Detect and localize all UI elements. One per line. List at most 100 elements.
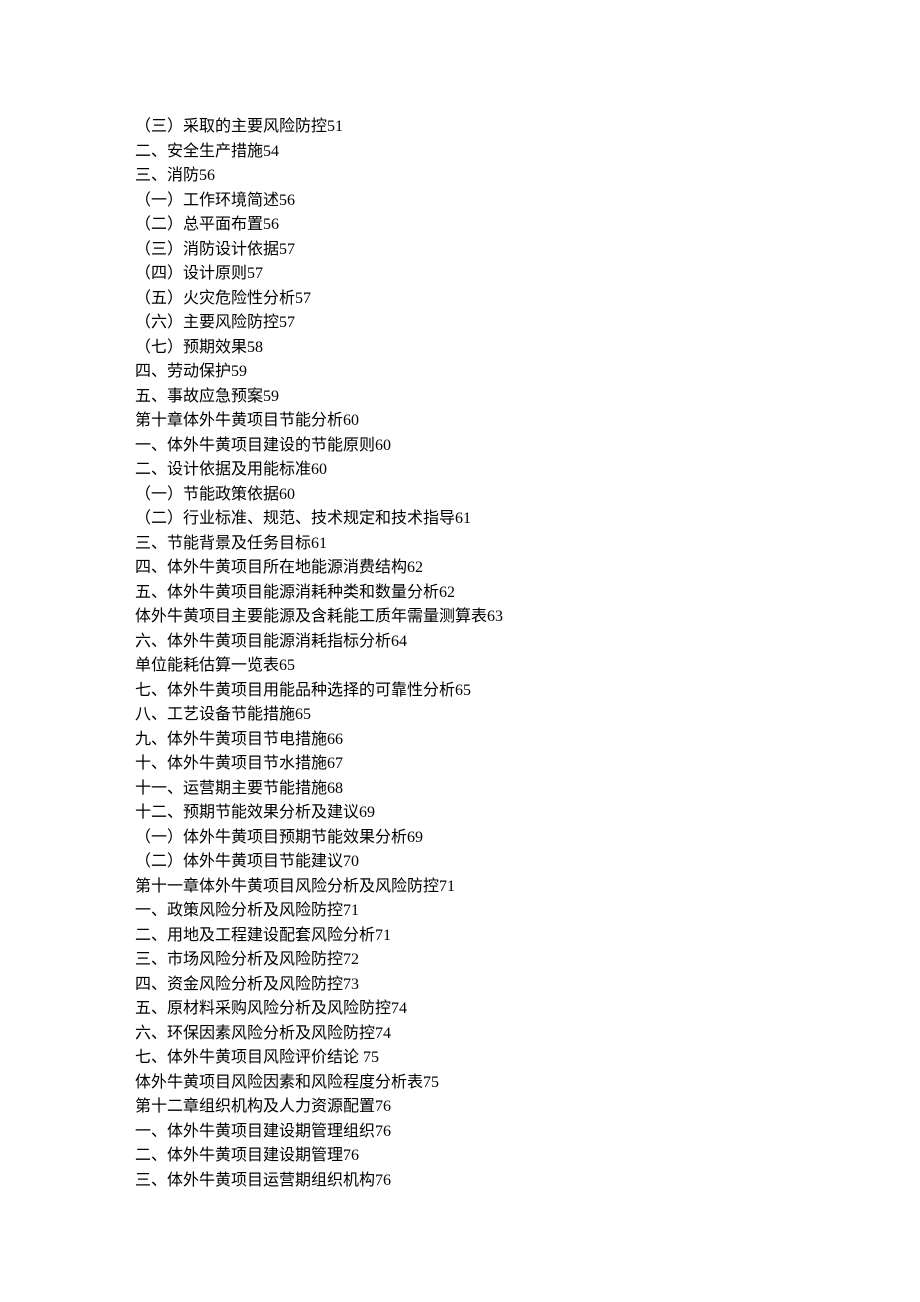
- toc-entry-page: 57: [247, 265, 263, 282]
- toc-line: 十二、预期节能效果分析及建议69: [135, 801, 820, 826]
- toc-entry-page: 65: [455, 682, 471, 699]
- toc-entry-text: 六、环保因素风险分析及风险防控: [135, 1025, 375, 1042]
- toc-entry-page: 72: [343, 951, 359, 968]
- toc-entry-page: 63: [487, 608, 503, 625]
- table-of-contents: （三）采取的主要风险防控51二、安全生产措施54三、消防56（一）工作环境简述5…: [0, 0, 920, 1193]
- toc-entry-text: 二、安全生产措施: [135, 143, 263, 160]
- toc-line: （三）采取的主要风险防控51: [135, 115, 820, 140]
- toc-entry-text: （七）预期效果: [135, 339, 247, 356]
- toc-entry-text: 五、事故应急预案: [135, 388, 263, 405]
- toc-line: 体外牛黄项目主要能源及含耗能工质年需量测算表63: [135, 605, 820, 630]
- toc-line: 四、劳动保护59: [135, 360, 820, 385]
- toc-entry-page: 60: [375, 437, 391, 454]
- toc-entry-text: 九、体外牛黄项目节电措施: [135, 731, 327, 748]
- toc-entry-text: 二、体外牛黄项目建设期管理: [135, 1147, 343, 1164]
- toc-entry-page: 71: [375, 927, 391, 944]
- toc-entry-page: 61: [455, 510, 471, 527]
- toc-entry-page: 61: [311, 535, 327, 552]
- toc-line: 四、体外牛黄项目所在地能源消费结构62: [135, 556, 820, 581]
- toc-line: 一、体外牛黄项目建设期管理组织76: [135, 1120, 820, 1145]
- toc-entry-page: 56: [263, 216, 279, 233]
- toc-line: 五、事故应急预案59: [135, 385, 820, 410]
- toc-line: 五、原材料采购风险分析及风险防控74: [135, 997, 820, 1022]
- toc-line: 三、节能背景及任务目标61: [135, 532, 820, 557]
- toc-entry-page: 71: [343, 902, 359, 919]
- toc-line: 三、市场风险分析及风险防控72: [135, 948, 820, 973]
- toc-entry-page: 65: [295, 706, 311, 723]
- toc-entry-page: 59: [263, 388, 279, 405]
- toc-entry-page: 57: [279, 314, 295, 331]
- toc-line: （一）节能政策依据60: [135, 483, 820, 508]
- toc-entry-page: 76: [375, 1123, 391, 1140]
- toc-entry-text: 四、资金风险分析及风险防控: [135, 976, 343, 993]
- toc-line: 六、体外牛黄项目能源消耗指标分析64: [135, 630, 820, 655]
- toc-entry-page: 74: [375, 1025, 391, 1042]
- toc-entry-page: 67: [327, 755, 343, 772]
- toc-entry-page: 57: [279, 241, 295, 258]
- toc-line: 二、安全生产措施54: [135, 140, 820, 165]
- toc-entry-page: 60: [343, 412, 359, 429]
- toc-entry-page: 75: [423, 1074, 439, 1091]
- toc-line: （六）主要风险防控57: [135, 311, 820, 336]
- toc-line: 十一、运营期主要节能措施68: [135, 777, 820, 802]
- toc-line: （一）体外牛黄项目预期节能效果分析69: [135, 826, 820, 851]
- toc-line: 八、工艺设备节能措施65: [135, 703, 820, 728]
- toc-line: 一、政策风险分析及风险防控71: [135, 899, 820, 924]
- toc-entry-text: 第十一章体外牛黄项目风险分析及风险防控: [135, 878, 439, 895]
- toc-entry-text: （三）采取的主要风险防控: [135, 118, 327, 135]
- toc-entry-text: 三、市场风险分析及风险防控: [135, 951, 343, 968]
- toc-entry-page: 76: [375, 1098, 391, 1115]
- toc-entry-page: 59: [231, 363, 247, 380]
- toc-entry-text: 十、体外牛黄项目节水措施: [135, 755, 327, 772]
- toc-entry-page: 56: [199, 167, 215, 184]
- toc-entry-page: 60: [279, 486, 295, 503]
- toc-line: 第十一章体外牛黄项目风险分析及风险防控71: [135, 875, 820, 900]
- toc-line: （一）工作环境简述56: [135, 189, 820, 214]
- toc-line: （四）设计原则57: [135, 262, 820, 287]
- toc-entry-page: 76: [375, 1172, 391, 1189]
- toc-line: 十、体外牛黄项目节水措施67: [135, 752, 820, 777]
- toc-entry-page: 76: [343, 1147, 359, 1164]
- toc-line: （七）预期效果58: [135, 336, 820, 361]
- toc-entry-text: （四）设计原则: [135, 265, 247, 282]
- toc-entry-text: 一、政策风险分析及风险防控: [135, 902, 343, 919]
- toc-line: （三）消防设计依据57: [135, 238, 820, 263]
- toc-entry-page: 75: [363, 1049, 379, 1066]
- toc-entry-page: 64: [391, 633, 407, 650]
- toc-entry-text: 单位能耗估算一览表: [135, 657, 279, 674]
- toc-entry-page: 73: [343, 976, 359, 993]
- toc-entry-text: 七、体外牛黄项目用能品种选择的可靠性分析: [135, 682, 455, 699]
- toc-entry-text: 四、体外牛黄项目所在地能源消费结构: [135, 559, 407, 576]
- toc-line: 九、体外牛黄项目节电措施66: [135, 728, 820, 753]
- toc-entry-page: 71: [439, 878, 455, 895]
- toc-entry-page: 51: [327, 118, 343, 135]
- toc-entry-page: 70: [343, 853, 359, 870]
- toc-entry-page: 54: [263, 143, 279, 160]
- toc-entry-text: 一、体外牛黄项目建设的节能原则: [135, 437, 375, 454]
- toc-entry-page: 62: [439, 584, 455, 601]
- toc-entry-page: 60: [311, 461, 327, 478]
- toc-entry-text: （一）节能政策依据: [135, 486, 279, 503]
- toc-line: （二）体外牛黄项目节能建议70: [135, 850, 820, 875]
- toc-entry-text: 十一、运营期主要节能措施: [135, 780, 327, 797]
- toc-line: 三、体外牛黄项目运营期组织机构76: [135, 1169, 820, 1194]
- toc-line: 二、体外牛黄项目建设期管理76: [135, 1144, 820, 1169]
- toc-line: （二）行业标准、规范、技术规定和技术指导61: [135, 507, 820, 532]
- toc-entry-text: 二、用地及工程建设配套风险分析: [135, 927, 375, 944]
- toc-entry-text: （一）体外牛黄项目预期节能效果分析: [135, 829, 407, 846]
- toc-entry-text: 六、体外牛黄项目能源消耗指标分析: [135, 633, 391, 650]
- toc-entry-text: （六）主要风险防控: [135, 314, 279, 331]
- toc-entry-text: （五）火灾危险性分析: [135, 290, 295, 307]
- toc-entry-text: 一、体外牛黄项目建设期管理组织: [135, 1123, 375, 1140]
- toc-entry-text: 第十章体外牛黄项目节能分析: [135, 412, 343, 429]
- toc-line: 第十二章组织机构及人力资源配置76: [135, 1095, 820, 1120]
- toc-line: 一、体外牛黄项目建设的节能原则60: [135, 434, 820, 459]
- toc-line: 二、设计依据及用能标准60: [135, 458, 820, 483]
- toc-line: 五、体外牛黄项目能源消耗种类和数量分析62: [135, 581, 820, 606]
- toc-entry-text: 第十二章组织机构及人力资源配置: [135, 1098, 375, 1115]
- toc-entry-page: 58: [247, 339, 263, 356]
- toc-entry-page: 57: [295, 290, 311, 307]
- toc-entry-text: （一）工作环境简述: [135, 192, 279, 209]
- toc-entry-text: 四、劳动保护: [135, 363, 231, 380]
- toc-line: 七、体外牛黄项目风险评价结论 75: [135, 1046, 820, 1071]
